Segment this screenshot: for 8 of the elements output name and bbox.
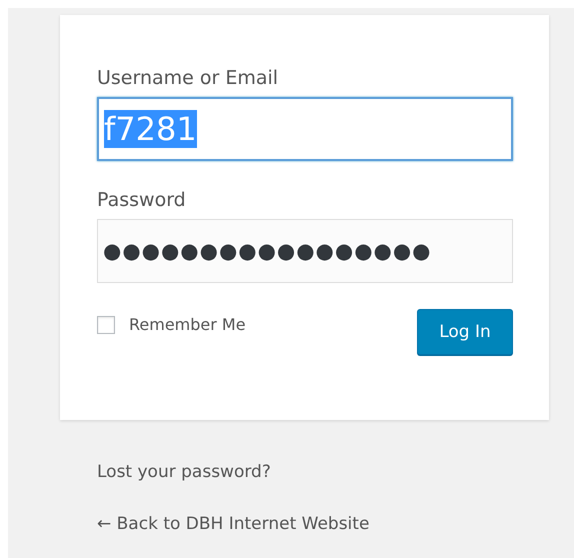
field-label: Username or Email [97,67,278,89]
field-label: Password [97,189,186,211]
password-field[interactable]: ●●●●●●●●●●●●●●●●● [97,219,513,283]
nav-link[interactable]: ← Back to DBH Internet Website [97,514,370,534]
remember-checkbox[interactable] [97,316,115,334]
login-button[interactable]: Log In [417,309,513,355]
remember-label: Remember Me [129,315,246,334]
nav-link[interactable]: Lost your password? [97,462,271,482]
